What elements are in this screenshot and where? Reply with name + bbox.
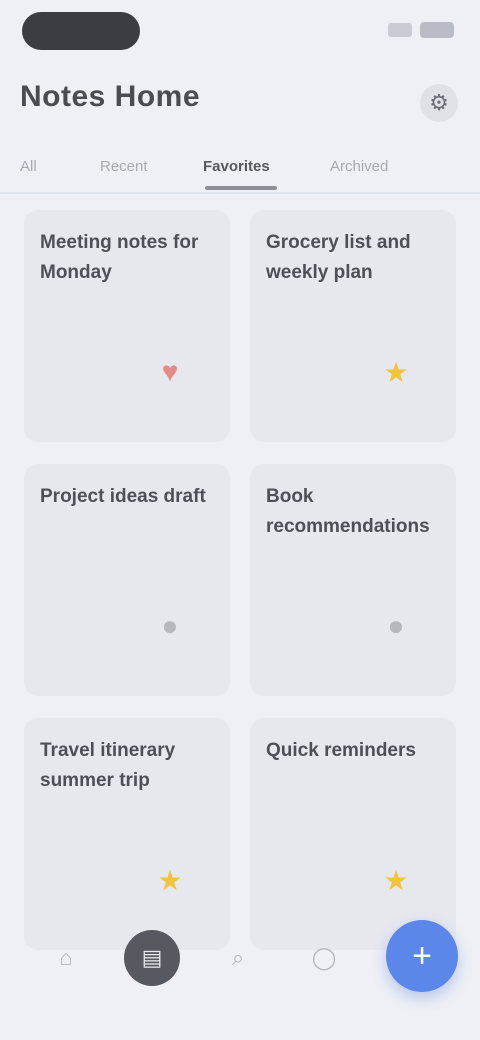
signal-icon [388, 23, 412, 37]
note-card[interactable]: Travel itinerary summer trip ★ [24, 718, 230, 950]
tab-bar: All Recent Favorites Archived [0, 148, 480, 194]
settings-icon: ⚙ [429, 90, 449, 115]
add-note-button[interactable]: + [386, 920, 458, 992]
note-card[interactable]: Meeting notes for Monday ♥ [24, 210, 230, 442]
pin-icon[interactable]: ● [150, 606, 190, 646]
pin-icon[interactable]: ● [376, 606, 416, 646]
nav-home-button[interactable]: ⌂ [38, 930, 94, 986]
note-card[interactable]: Book recommendations ● [250, 464, 456, 696]
home-icon: ⌂ [59, 945, 73, 970]
note-card[interactable]: Quick reminders ★ [250, 718, 456, 950]
note-title: Project ideas draft [40, 486, 206, 507]
note-title: Travel itinerary summer trip [40, 740, 176, 791]
star-icon[interactable]: ★ [376, 352, 416, 392]
nav-profile-button[interactable]: ◯ [296, 930, 352, 986]
tab-indicator [205, 186, 277, 190]
status-icons [388, 22, 454, 38]
note-card[interactable]: Project ideas draft ● [24, 464, 230, 696]
nav-search-button[interactable]: ⌕ [210, 930, 266, 986]
battery-icon [420, 22, 454, 38]
status-bar [0, 0, 480, 64]
tab-favorites[interactable]: Favorites [203, 158, 270, 175]
tab-archived[interactable]: Archived [330, 158, 388, 175]
note-card[interactable]: Grocery list and weekly plan ★ [250, 210, 456, 442]
app-header: Notes Home ⚙ [0, 70, 480, 130]
plus-icon: + [412, 936, 432, 975]
note-title: Grocery list and weekly plan [266, 232, 411, 283]
tab-recent[interactable]: Recent [100, 158, 148, 175]
heart-icon[interactable]: ♥ [150, 352, 190, 392]
search-icon: ⌕ [231, 945, 245, 970]
star-icon[interactable]: ★ [150, 860, 190, 900]
page-title: Notes Home [20, 80, 201, 113]
star-icon[interactable]: ★ [376, 860, 416, 900]
note-title: Book recommendations [266, 486, 430, 537]
nav-notes-button[interactable]: ▤ [124, 930, 180, 986]
tab-all[interactable]: All [20, 158, 37, 175]
settings-button[interactable]: ⚙ [420, 84, 458, 122]
notes-grid: Meeting notes for Monday ♥ Grocery list … [24, 210, 456, 950]
status-time-pill [22, 12, 140, 50]
bottom-nav: ⌂ ▤ ⌕ ◯ + [0, 920, 480, 1000]
note-title: Meeting notes for Monday [40, 232, 199, 283]
profile-icon: ◯ [311, 945, 337, 970]
note-title: Quick reminders [266, 740, 416, 761]
notes-icon: ▤ [141, 945, 163, 970]
